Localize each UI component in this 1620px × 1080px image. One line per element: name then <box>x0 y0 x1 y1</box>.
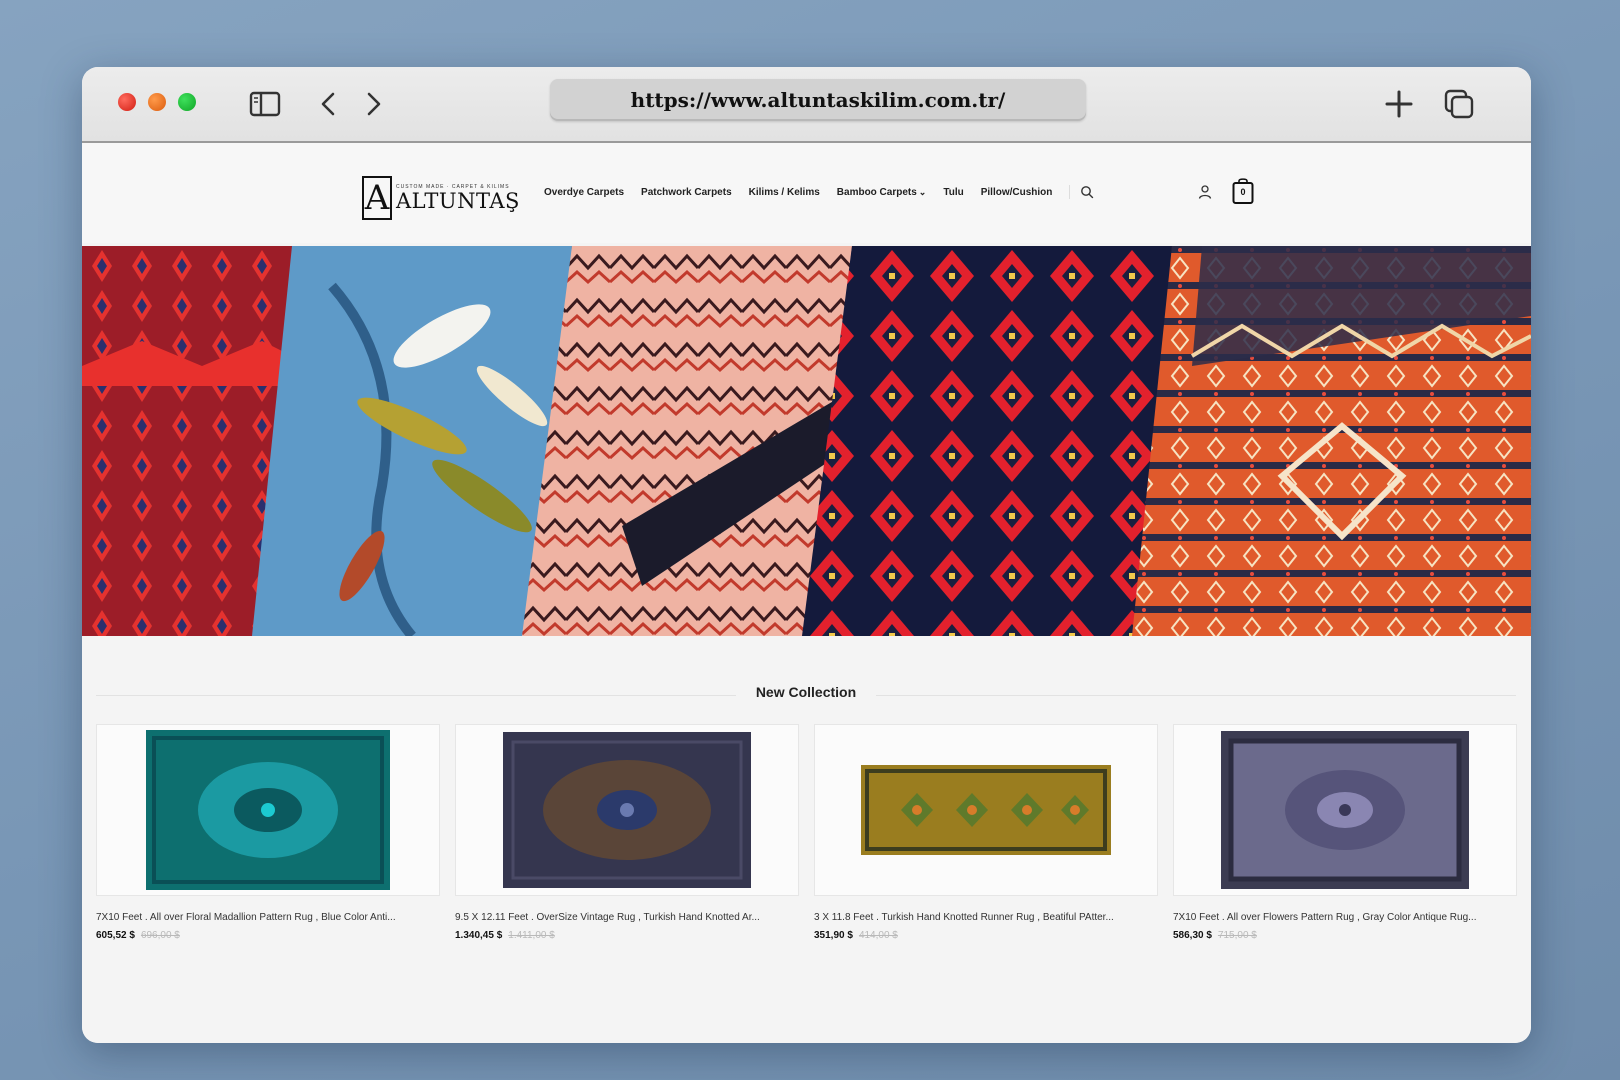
main-nav: Overdye Carpets Patchwork Carpets Kilims… <box>544 185 1094 199</box>
chevron-left-icon[interactable] <box>312 87 346 121</box>
hero-banner-image <box>82 246 1531 636</box>
price-old: 1.411,00 $ <box>508 930 555 941</box>
nav-patchwork-carpets[interactable]: Patchwork Carpets <box>641 187 732 198</box>
zoom-window-button[interactable] <box>178 93 196 111</box>
section-title: New Collection <box>96 684 1516 700</box>
chevron-down-icon: ⌄ <box>918 186 927 197</box>
site-logo[interactable]: A CUSTOM MADE · CARPET & KILIMS ALTUNTAŞ <box>362 173 520 223</box>
price-old: 715,00 $ <box>1217 930 1257 941</box>
nav-divider <box>1069 185 1071 199</box>
product-image[interactable] <box>814 724 1158 896</box>
tabs-icon[interactable] <box>1442 87 1476 121</box>
product-price: 1.340,45 $ 1.411,00 $ <box>455 930 799 941</box>
section-title-text: New Collection <box>741 684 871 700</box>
price-current: 586,30 $ <box>1173 930 1212 941</box>
product-card[interactable]: 3 X 11.8 Feet . Turkish Hand Knotted Run… <box>814 724 1158 941</box>
user-icon[interactable] <box>1197 184 1213 200</box>
product-image[interactable] <box>455 724 799 896</box>
product-image[interactable] <box>1173 724 1517 896</box>
site-header: A CUSTOM MADE · CARPET & KILIMS ALTUNTAŞ… <box>82 143 1531 243</box>
logo-name: ALTUNTAŞ <box>396 189 520 213</box>
logo-mark: A <box>362 176 392 220</box>
product-title[interactable]: 3 X 11.8 Feet . Turkish Hand Knotted Run… <box>814 912 1154 923</box>
close-window-button[interactable] <box>118 93 136 111</box>
browser-window: https://www.altuntaskilim.com.tr/ A CUST… <box>82 67 1531 1043</box>
plus-icon[interactable] <box>1382 87 1416 121</box>
sidebar-icon[interactable] <box>248 87 282 121</box>
product-image[interactable] <box>96 724 440 896</box>
product-card[interactable]: 7X10 Feet . All over Flowers Pattern Rug… <box>1173 724 1517 941</box>
url-text: https://www.altuntaskilim.com.tr/ <box>630 88 1006 112</box>
new-collection-header: New Collection <box>96 684 1516 708</box>
price-current: 351,90 $ <box>814 930 853 941</box>
nav-bamboo-carpets[interactable]: Bamboo Carpets ⌄ <box>837 187 927 198</box>
cart-count: 0 <box>1240 187 1246 197</box>
chevron-right-icon[interactable] <box>356 87 390 121</box>
product-card[interactable]: 7X10 Feet . All over Floral Madallion Pa… <box>96 724 440 941</box>
price-current: 1.340,45 $ <box>455 930 503 941</box>
product-price: 605,52 $ 696,00 $ <box>96 930 440 941</box>
price-old: 696,00 $ <box>140 930 180 941</box>
price-current: 605,52 $ <box>96 930 135 941</box>
cart-button[interactable]: 0 <box>1232 177 1254 205</box>
nav-pillow-cushion[interactable]: Pillow/Cushion <box>981 187 1053 198</box>
product-card[interactable]: 9.5 X 12.11 Feet . OverSize Vintage Rug … <box>455 724 799 941</box>
address-bar[interactable]: https://www.altuntaskilim.com.tr/ <box>550 79 1086 121</box>
nav-tulu[interactable]: Tulu <box>943 187 963 198</box>
product-price: 351,90 $ 414,00 $ <box>814 930 1158 941</box>
search-icon[interactable] <box>1080 185 1094 199</box>
browser-toolbar: https://www.altuntaskilim.com.tr/ <box>82 67 1531 143</box>
logo-text: CUSTOM MADE · CARPET & KILIMS ALTUNTAŞ <box>396 184 520 212</box>
nav-bamboo-label: Bamboo Carpets <box>836 186 917 198</box>
minimize-window-button[interactable] <box>148 93 166 111</box>
price-old: 414,00 $ <box>858 930 898 941</box>
website: A CUSTOM MADE · CARPET & KILIMS ALTUNTAŞ… <box>82 143 1531 1043</box>
nav-overdye-carpets[interactable]: Overdye Carpets <box>544 187 624 198</box>
product-title[interactable]: 7X10 Feet . All over Floral Madallion Pa… <box>96 912 436 923</box>
product-title[interactable]: 7X10 Feet . All over Flowers Pattern Rug… <box>1173 912 1513 923</box>
product-price: 586,30 $ 715,00 $ <box>1173 930 1517 941</box>
nav-kilims[interactable]: Kilims / Kelims <box>749 187 820 198</box>
product-title[interactable]: 9.5 X 12.11 Feet . OverSize Vintage Rug … <box>455 912 795 923</box>
